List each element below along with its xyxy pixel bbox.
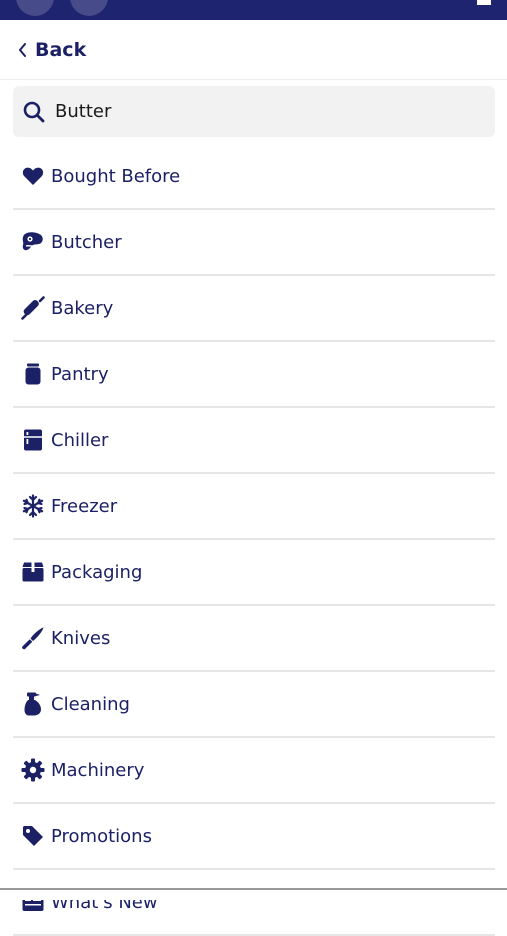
category-label: Pantry <box>51 363 109 385</box>
category-label: Bought Before <box>51 165 181 187</box>
back-button[interactable]: Back <box>18 39 86 61</box>
header-button-left[interactable] <box>16 0 54 16</box>
chevron-left-icon <box>19 42 26 57</box>
category-item-packaging[interactable]: Packaging <box>13 540 495 606</box>
snowflake-icon <box>21 494 45 518</box>
status-bar <box>0 0 507 20</box>
category-label: Butcher <box>51 231 122 253</box>
category-item-cleaning[interactable]: Cleaning <box>13 672 495 738</box>
category-item-promotions[interactable]: Promotions <box>13 804 495 870</box>
header-menu-icon[interactable] <box>477 0 491 5</box>
category-item-machinery[interactable]: Machinery <box>13 738 495 804</box>
category-label: Machinery <box>51 759 145 781</box>
category-item-whats-new[interactable]: What's New <box>13 870 495 936</box>
heart-icon <box>21 164 45 188</box>
category-item-pantry[interactable]: Pantry <box>13 342 495 408</box>
category-label: Chiller <box>51 429 109 451</box>
category-item-freezer[interactable]: Freezer <box>13 474 495 540</box>
category-label: Promotions <box>51 825 152 847</box>
tag-icon <box>21 824 45 848</box>
meat-icon <box>21 230 45 254</box>
back-label: Back <box>35 38 87 61</box>
bottom-strip <box>0 890 507 900</box>
category-item-bakery[interactable]: Bakery <box>13 276 495 342</box>
jar-icon <box>21 362 45 386</box>
search-input[interactable] <box>53 100 477 123</box>
back-row: Back <box>0 20 507 80</box>
box-icon <box>21 560 45 584</box>
category-label: Packaging <box>51 561 143 583</box>
category-label: Cleaning <box>51 693 130 715</box>
category-label: Bakery <box>51 297 114 319</box>
category-item-butcher[interactable]: Butcher <box>13 210 495 276</box>
category-list: Bought Before Butcher Bakery Pantry Chil… <box>13 144 495 936</box>
search-box[interactable] <box>13 86 495 137</box>
category-item-knives[interactable]: Knives <box>13 606 495 672</box>
category-item-chiller[interactable]: Chiller <box>13 408 495 474</box>
rolling-pin-icon <box>21 296 45 320</box>
category-item-bought-before[interactable]: Bought Before <box>13 144 495 210</box>
category-label: Freezer <box>51 495 118 517</box>
search-icon <box>23 101 45 123</box>
spray-bottle-icon <box>21 692 45 716</box>
fridge-icon <box>21 428 45 452</box>
gear-icon <box>21 758 45 782</box>
knife-icon <box>21 626 45 650</box>
header-button-second[interactable] <box>70 0 108 16</box>
category-label: Knives <box>51 627 111 649</box>
